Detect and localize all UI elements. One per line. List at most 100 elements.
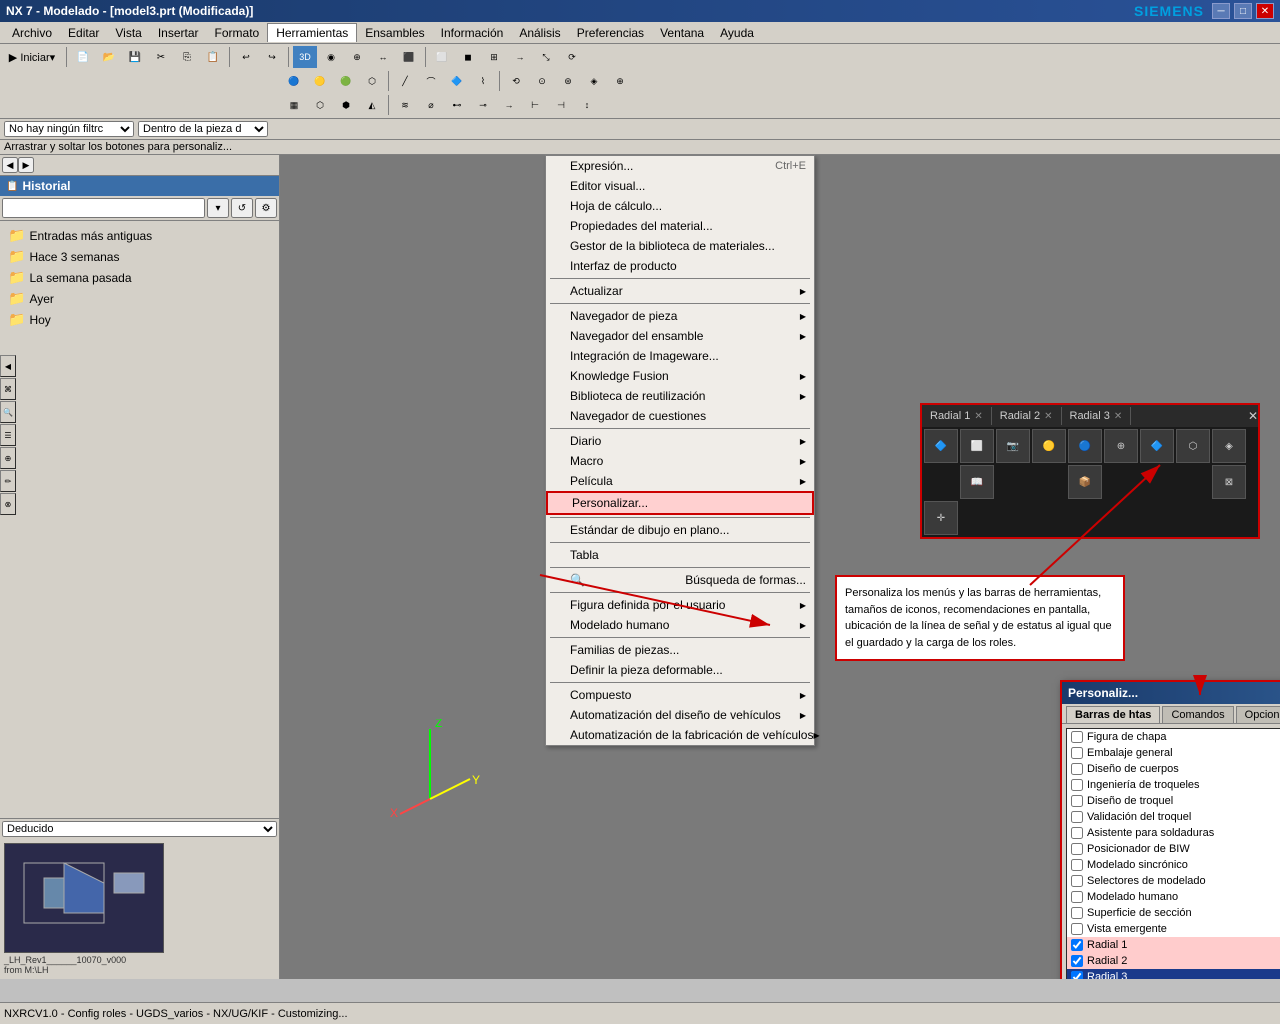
r-btn-9[interactable]: ◈: [1212, 429, 1246, 463]
tb4[interactable]: ◉: [319, 46, 343, 68]
menu-automatizacion-diseno[interactable]: Automatización del diseño de vehículos ▶: [546, 705, 814, 725]
tb-s11[interactable]: ⊣: [549, 94, 573, 116]
cb-modelado-sinc[interactable]: [1071, 859, 1083, 871]
menu-navegador-cuestiones[interactable]: Navegador de cuestiones: [546, 406, 814, 426]
menu-modelado-humano[interactable]: Modelado humano ▶: [546, 615, 814, 635]
r-btn-2[interactable]: ⬜: [960, 429, 994, 463]
radial-3-close[interactable]: ✕: [1114, 411, 1122, 422]
menu-ayuda[interactable]: Ayuda: [712, 24, 762, 42]
r-btn-1[interactable]: 🔷: [924, 429, 958, 463]
check-vista-emergente[interactable]: Vista emergente: [1067, 921, 1280, 937]
cb-radial-2[interactable]: [1071, 955, 1083, 967]
tb3[interactable]: 3D: [293, 46, 317, 68]
tb11[interactable]: →: [508, 46, 532, 68]
sidebar-refresh-btn[interactable]: ↺: [231, 198, 253, 218]
tb5[interactable]: ⊕: [345, 46, 369, 68]
check-modelado-sinc[interactable]: Modelado sincrónico: [1067, 857, 1280, 873]
menu-familias-piezas[interactable]: Familias de piezas...: [546, 640, 814, 660]
menu-ventana[interactable]: Ventana: [652, 24, 712, 42]
tb-s2[interactable]: ⬡: [308, 94, 332, 116]
menu-vista[interactable]: Vista: [107, 24, 149, 42]
check-validacion-troquel[interactable]: Validación del troquel: [1067, 809, 1280, 825]
tb-r1[interactable]: 🔵: [282, 70, 306, 92]
radial-tab-1[interactable]: Radial 1 ✕: [922, 407, 992, 425]
menu-compuesto[interactable]: Compuesto ▶: [546, 685, 814, 705]
menu-formato[interactable]: Formato: [207, 24, 268, 42]
tb12[interactable]: ⤡: [534, 46, 558, 68]
menu-figura-usuario[interactable]: Figura definida por el usuario ▶: [546, 595, 814, 615]
check-modelado-humano[interactable]: Modelado humano: [1067, 889, 1280, 905]
tb-r5[interactable]: ╱: [393, 70, 417, 92]
save-button[interactable]: 💾: [123, 46, 147, 68]
radial-window-close[interactable]: ✕: [1248, 409, 1258, 423]
cb-asistente-soldaduras[interactable]: [1071, 827, 1083, 839]
menu-busqueda-formas[interactable]: 🔍Búsqueda de formas...: [546, 570, 814, 590]
scope-select[interactable]: Dentro de la pieza d: [138, 121, 268, 137]
radial-1-close[interactable]: ✕: [974, 411, 982, 422]
cb-ingenieria-troqueles[interactable]: [1071, 779, 1083, 791]
side-btn-6[interactable]: ✏: [0, 470, 16, 492]
maximize-button[interactable]: □: [1234, 3, 1252, 19]
radial-2-close[interactable]: ✕: [1044, 411, 1052, 422]
menu-knowledge-fusion[interactable]: Knowledge Fusion ▶: [546, 366, 814, 386]
menu-informacion[interactable]: Información: [433, 24, 512, 42]
check-figura-chapa[interactable]: Figura de chapa: [1067, 729, 1280, 745]
tb-r3[interactable]: 🟢: [334, 70, 358, 92]
tree-item-antiguas[interactable]: 📁 Entradas más antiguas: [4, 225, 275, 246]
cb-modelado-humano[interactable]: [1071, 891, 1083, 903]
cb-diseno-cuerpos[interactable]: [1071, 763, 1083, 775]
check-superficie-seccion[interactable]: Superficie de sección: [1067, 905, 1280, 921]
r-btn-11[interactable]: 📦: [1068, 465, 1102, 499]
tb-r9[interactable]: ⟲: [504, 70, 528, 92]
side-btn-1[interactable]: ◀: [0, 355, 16, 377]
cb-validacion-troquel[interactable]: [1071, 811, 1083, 823]
start-button[interactable]: ▶ Iniciar▾: [2, 46, 62, 68]
deducido-select[interactable]: Deducido: [2, 821, 277, 837]
check-radial-1[interactable]: Radial 1: [1067, 937, 1280, 953]
check-ingenieria-troqueles[interactable]: Ingeniería de troqueles: [1067, 777, 1280, 793]
menu-editor-visual[interactable]: Editor visual...: [546, 176, 814, 196]
tree-item-hoy[interactable]: 📁 Hoy: [4, 309, 275, 330]
close-button[interactable]: ✕: [1256, 3, 1274, 19]
menu-hoja-calculo[interactable]: Hoja de cálculo...: [546, 196, 814, 216]
nav-back[interactable]: ◀: [2, 157, 18, 173]
menu-biblioteca-reutilizacion[interactable]: Biblioteca de reutilización ▶: [546, 386, 814, 406]
check-selectores[interactable]: Selectores de modelado: [1067, 873, 1280, 889]
tab-barras-htas[interactable]: Barras de htas: [1066, 706, 1160, 723]
nav-forward[interactable]: ▶: [18, 157, 34, 173]
check-embalaje[interactable]: Embalaje general: [1067, 745, 1280, 761]
open-button[interactable]: 📂: [97, 46, 121, 68]
menu-navegador-pieza[interactable]: Navegador de pieza ▶: [546, 306, 814, 326]
menu-diario[interactable]: Diario ▶: [546, 431, 814, 451]
sidebar-search-input[interactable]: [2, 198, 205, 218]
r-btn-3[interactable]: 📷: [996, 429, 1030, 463]
menu-actualizar[interactable]: Actualizar ▶: [546, 281, 814, 301]
tab-comandos[interactable]: Comandos: [1162, 706, 1233, 723]
tb-r8[interactable]: ⌇: [471, 70, 495, 92]
tb-r6[interactable]: ⌒: [419, 70, 443, 92]
tb9[interactable]: ◼: [456, 46, 480, 68]
check-diseno-cuerpos[interactable]: Diseño de cuerpos: [1067, 761, 1280, 777]
tb-s10[interactable]: ⊢: [523, 94, 547, 116]
tree-item-3semanas[interactable]: 📁 Hace 3 semanas: [4, 246, 275, 267]
check-diseno-troquel[interactable]: Diseño de troquel: [1067, 793, 1280, 809]
r-btn-13[interactable]: ✛: [924, 501, 958, 535]
sidebar-config-btn[interactable]: ⚙: [255, 198, 277, 218]
tb-r2[interactable]: 🟡: [308, 70, 332, 92]
tb-r4[interactable]: ⬡: [360, 70, 384, 92]
menu-preferencias[interactable]: Preferencias: [569, 24, 652, 42]
menu-integracion-imageware[interactable]: Integración de Imageware...: [546, 346, 814, 366]
tb-s7[interactable]: ⊷: [445, 94, 469, 116]
r-btn-5[interactable]: 🔵: [1068, 429, 1102, 463]
menu-definir-pieza[interactable]: Definir la pieza deformable...: [546, 660, 814, 680]
radial-tab-2[interactable]: Radial 2 ✕: [992, 407, 1062, 425]
menu-estandar-dibujo[interactable]: Estándar de dibujo en plano...: [546, 520, 814, 540]
check-posicionador-biw[interactable]: Posicionador de BIW: [1067, 841, 1280, 857]
tb-s8[interactable]: ⊸: [471, 94, 495, 116]
tb13[interactable]: ⟳: [560, 46, 584, 68]
cb-figura-chapa[interactable]: [1071, 731, 1083, 743]
tb-r12[interactable]: ◈: [582, 70, 606, 92]
tb-r7[interactable]: 🔷: [445, 70, 469, 92]
tb-s5[interactable]: ≋: [393, 94, 417, 116]
check-asistente-soldaduras[interactable]: Asistente para soldaduras: [1067, 825, 1280, 841]
